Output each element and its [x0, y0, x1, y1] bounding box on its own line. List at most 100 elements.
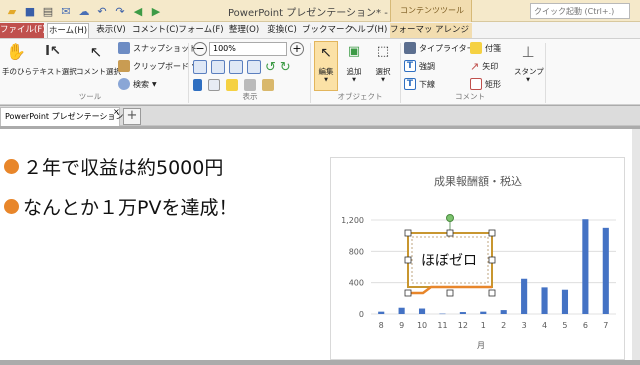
- bullet-item: なんとか１万PVを達成！: [4, 193, 237, 220]
- resize-handle[interactable]: [404, 229, 412, 237]
- x-axis-label: 月: [477, 341, 485, 350]
- clipboard-icon: [118, 60, 130, 72]
- x-tick-label: 2: [501, 321, 506, 330]
- attachment-icon[interactable]: [244, 79, 256, 91]
- tab-help[interactable]: ヘルプ(H): [348, 23, 388, 38]
- y-tick-label: 400: [349, 279, 364, 288]
- save-icon[interactable]: ■: [22, 3, 38, 19]
- select-object-button[interactable]: ⬚ 選択 ▼: [370, 41, 396, 83]
- bullet-dot-icon: [4, 199, 19, 214]
- search-button[interactable]: 検索 ▼: [118, 78, 157, 90]
- mail-icon[interactable]: ✉: [58, 3, 74, 19]
- x-tick-label: 9: [399, 321, 404, 330]
- stamp-button[interactable]: ⊥ スタンプ ▼: [514, 41, 544, 83]
- hand-tool-button[interactable]: ✋ 手のひら: [2, 41, 32, 77]
- comment-select-button[interactable]: ↖ コメント選択: [76, 41, 121, 77]
- select-object-icon: ⬚: [376, 44, 390, 59]
- resize-handle[interactable]: [446, 229, 454, 237]
- clipboard-button[interactable]: クリップボード ▼: [118, 60, 197, 72]
- text-cursor-icon: I↖: [45, 44, 61, 59]
- fit-width-icon[interactable]: [229, 60, 243, 74]
- bullet-item: ２年で収益は約5000円: [4, 153, 223, 180]
- chevron-down-icon: ▼: [152, 80, 157, 88]
- tab-arrange[interactable]: アレンジ: [432, 23, 472, 38]
- search-icon: [118, 78, 130, 90]
- group-label-comment: コメント: [455, 92, 485, 101]
- underline-button[interactable]: T 下線: [404, 78, 435, 90]
- ribbon: ✋ 手のひら I↖ テキスト選択 ↖ コメント選択 スナップショット クリップボ…: [0, 39, 640, 105]
- tab-form[interactable]: フォーム(F): [178, 23, 224, 38]
- tab-file[interactable]: ファイル(F): [0, 23, 46, 38]
- tab-comment[interactable]: コメント(C): [132, 23, 179, 38]
- undo-icon[interactable]: ↶: [94, 3, 110, 19]
- separator: [310, 43, 311, 103]
- arrow-button[interactable]: ↗ 矢印: [470, 60, 498, 73]
- pages-icon[interactable]: [208, 79, 220, 91]
- tab-format[interactable]: フォーマット: [390, 23, 441, 38]
- bookmark-icon[interactable]: [193, 79, 202, 91]
- rotation-handle[interactable]: [446, 214, 454, 222]
- y-tick-label: 800: [349, 247, 364, 256]
- title-bar: ▰ ■ ▤ ✉ ☁ ↶ ↷ ◀ ▶ PowerPoint プレゼンテーション* …: [0, 0, 640, 22]
- text-highlight-icon: T: [404, 60, 416, 72]
- rotate-right-icon[interactable]: ↻: [280, 60, 291, 75]
- resize-handle[interactable]: [446, 289, 454, 297]
- separator: [400, 43, 401, 103]
- chart-title: 成果報酬額・税込: [434, 174, 522, 188]
- edit-cursor-icon: ↖: [320, 45, 332, 61]
- typewriter-button[interactable]: タイプライター: [404, 42, 475, 54]
- zoom-level-field[interactable]: 100%: [209, 42, 287, 56]
- document-tab-bar: PowerPoint プレゼンテーション * × +: [0, 106, 640, 126]
- zoom-in-button[interactable]: +: [290, 42, 304, 56]
- bar: [398, 307, 405, 314]
- group-label-view: 表示: [242, 92, 258, 101]
- sticky-note-button[interactable]: 付箋: [470, 42, 501, 54]
- fit-page-icon[interactable]: [193, 60, 207, 74]
- x-tick-label: 4: [542, 321, 547, 330]
- stamp-icon: ⊥: [521, 43, 535, 61]
- edit-object-button[interactable]: ↖ 編集 ▼: [314, 41, 338, 91]
- chevron-down-icon: ▼: [352, 77, 356, 83]
- rectangle-button[interactable]: 矩形: [470, 78, 501, 90]
- redo-icon[interactable]: ↷: [112, 3, 128, 19]
- comments-icon[interactable]: [226, 79, 238, 91]
- document-tab[interactable]: PowerPoint プレゼンテーション *: [0, 107, 130, 126]
- bar: [378, 311, 385, 314]
- quick-launch-search[interactable]: クイック起動 (Ctrl+.): [530, 3, 630, 19]
- resize-handle[interactable]: [488, 289, 496, 297]
- rotate-left-icon[interactable]: ↺: [265, 60, 276, 75]
- zoom-out-button[interactable]: −: [193, 42, 207, 56]
- print-icon[interactable]: ▤: [40, 3, 56, 19]
- back-icon[interactable]: ◀: [130, 3, 146, 19]
- tab-convert[interactable]: 変換(C): [264, 23, 300, 38]
- group-label-tools: ツール: [78, 92, 102, 101]
- text-select-button[interactable]: I↖ テキスト選択: [32, 41, 77, 77]
- tab-organize[interactable]: 整理(O): [226, 23, 262, 38]
- tab-bookmark[interactable]: ブックマーク: [302, 23, 353, 38]
- highlight-button[interactable]: T 強調: [404, 60, 435, 72]
- folder-icon[interactable]: ▰: [4, 3, 20, 19]
- actual-size-icon[interactable]: [211, 60, 225, 74]
- layers-icon[interactable]: [262, 79, 274, 91]
- tab-home[interactable]: ホーム(H): [47, 23, 89, 38]
- separator: [188, 43, 189, 103]
- chevron-down-icon: ▼: [324, 77, 328, 83]
- pointer-icon: ↖: [89, 43, 103, 61]
- ribbon-tabs: ファイル(F) ホーム(H) 表示(V) コメント(C) フォーム(F) 整理(…: [0, 22, 640, 39]
- bar: [500, 310, 507, 314]
- snapshot-button[interactable]: スナップショット: [118, 42, 197, 54]
- x-tick-label: 7: [603, 321, 608, 330]
- bar: [561, 289, 569, 314]
- close-tab-icon[interactable]: ×: [113, 107, 120, 116]
- fit-visible-icon[interactable]: [247, 60, 261, 74]
- resize-handle[interactable]: [488, 229, 496, 237]
- add-object-button[interactable]: ▣ 追加 ▼: [342, 41, 366, 83]
- cloud-icon[interactable]: ☁: [76, 3, 92, 19]
- resize-handle[interactable]: [404, 289, 412, 297]
- forward-icon[interactable]: ▶: [148, 3, 164, 19]
- add-object-icon: ▣: [347, 44, 361, 59]
- vertical-scrollbar[interactable]: [632, 129, 640, 360]
- tab-view[interactable]: 表示(V): [94, 23, 128, 38]
- new-tab-button[interactable]: +: [123, 108, 141, 125]
- x-tick-label: 8: [379, 321, 384, 330]
